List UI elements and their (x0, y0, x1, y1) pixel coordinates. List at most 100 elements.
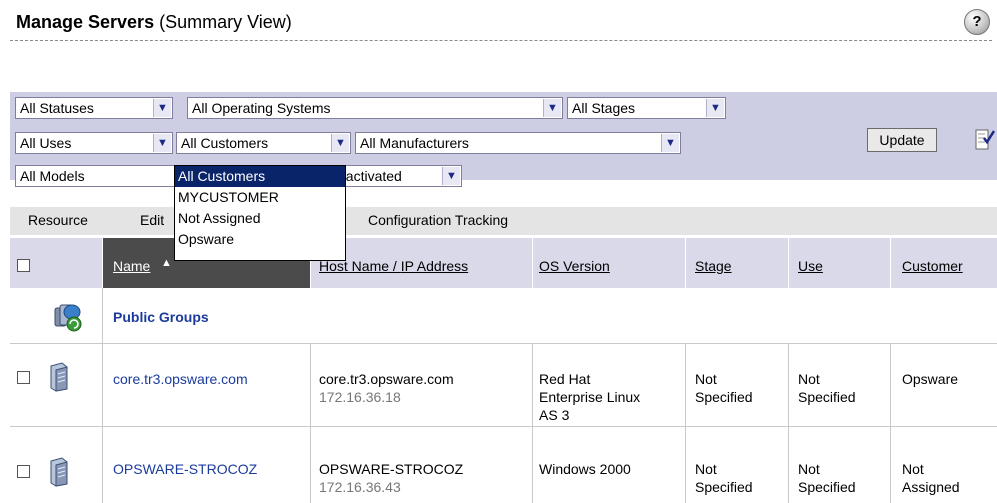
stage-filter-value: All Stages (572, 100, 636, 116)
edit-menu[interactable]: Edit (140, 212, 164, 228)
stage-cell: Not Specified (685, 344, 788, 426)
os-filter-value: All Operating Systems (192, 100, 331, 116)
help-icon[interactable]: ? (964, 9, 990, 35)
select-all-cell (10, 238, 102, 288)
model-filter-value: All Models (20, 168, 85, 184)
column-separator: / (389, 258, 401, 274)
os-filter-select[interactable]: All Operating Systems ▼ (187, 97, 563, 119)
host-name: OPSWARE-STROCOZ (319, 461, 464, 477)
table-row[interactable]: core.tr3.opsware.com core.tr3.opsware.co… (10, 343, 997, 426)
configuration-tracking-menu[interactable]: Configuration Tracking (368, 212, 508, 228)
use-value: Not (798, 371, 820, 387)
stage-value: Not (695, 461, 717, 477)
model-filter-select[interactable]: All Models (15, 165, 175, 187)
customer-value: Opsware (902, 371, 959, 387)
row-checkbox[interactable] (17, 465, 30, 478)
status-filter-select[interactable]: All Statuses ▼ (15, 97, 173, 119)
server-icon (50, 457, 68, 487)
server-name-cell: OPSWARE-STROCOZ (102, 427, 310, 503)
use-cell: Not Specified (788, 427, 890, 503)
os-cell: Windows 2000 (532, 427, 685, 503)
stage-cell: Not Specified (685, 427, 788, 503)
customer-value: Not (902, 461, 924, 477)
use-cell: Not Specified (788, 344, 890, 426)
host-cell: OPSWARE-STROCOZ 172.16.36.43 (310, 427, 532, 503)
row-select-cell (10, 344, 102, 426)
chevron-down-icon[interactable]: ▼ (153, 134, 171, 152)
host-cell: core.tr3.opsware.com 172.16.36.18 (310, 344, 532, 426)
column-os-label[interactable]: OS Version (539, 258, 610, 274)
row-checkbox[interactable] (17, 371, 30, 384)
customer-cell: Opsware (890, 344, 997, 426)
chevron-down-icon[interactable]: ▼ (661, 134, 679, 152)
column-os[interactable]: OS Version (532, 238, 685, 288)
customer-option[interactable]: MYCUSTOMER (175, 187, 345, 208)
column-customer[interactable]: Customer (890, 238, 997, 288)
table-row[interactable]: OPSWARE-STROCOZ OPSWARE-STROCOZ 172.16.3… (10, 426, 997, 503)
stage-value: Specified (695, 479, 753, 495)
server-name-cell: core.tr3.opsware.com (102, 344, 310, 426)
ip-address-link[interactable]: IP Address (401, 258, 468, 274)
page-title: Manage Servers (Summary View) (16, 12, 292, 33)
row-select-cell (10, 427, 102, 503)
chevron-down-icon[interactable]: ▼ (331, 134, 349, 152)
os-cell: Red Hat Enterprise Linux AS 3 (532, 344, 685, 426)
stage-filter-select[interactable]: All Stages ▼ (567, 97, 726, 119)
chevron-down-icon[interactable]: ▼ (706, 99, 724, 117)
server-group-icon (54, 304, 82, 332)
customer-option[interactable]: All Customers (175, 166, 345, 187)
page-title-sub: (Summary View) (159, 12, 292, 32)
filter-panel: All Statuses ▼ All Operating Systems ▼ A… (10, 92, 997, 187)
server-icon (50, 362, 68, 392)
manufacturer-filter-select[interactable]: All Manufacturers ▼ (355, 132, 681, 154)
update-button[interactable]: Update (867, 128, 937, 152)
customer-filter-select[interactable]: All Customers ▼ (176, 132, 351, 154)
action-toolbar: Resource Edit Configuration Tracking (10, 207, 997, 235)
ip-address: 172.16.36.18 (319, 389, 401, 405)
server-name-link[interactable]: OPSWARE-STROCOZ (113, 460, 257, 478)
resource-menu[interactable]: Resource (28, 212, 88, 228)
column-name-label[interactable]: Name (113, 258, 150, 274)
stage-value: Specified (695, 389, 753, 405)
use-value: Specified (798, 479, 856, 495)
os-version-line: Windows 2000 (539, 461, 631, 477)
column-stage[interactable]: Stage (685, 238, 788, 288)
column-customer-label[interactable]: Customer (902, 258, 963, 274)
customer-dropdown-list: All Customers MYCUSTOMER Not Assigned Op… (174, 165, 346, 261)
chevron-down-icon[interactable]: ▼ (543, 99, 561, 117)
use-value: Specified (798, 389, 856, 405)
sort-ascending-icon: ▲ (161, 257, 172, 269)
customer-filter-value: All Customers (181, 135, 269, 151)
group-icon-cell (10, 288, 102, 343)
table-header: Name ▲ Host Name / IP Address OS Version… (10, 238, 997, 288)
public-groups-link[interactable]: Public Groups (113, 308, 209, 326)
os-version-line: Red Hat (539, 371, 591, 387)
deactivated-filter-value: eactivated (338, 168, 402, 184)
checklist-icon[interactable] (975, 129, 995, 151)
use-filter-value: All Uses (20, 135, 72, 151)
ip-address: 172.16.36.43 (319, 479, 401, 495)
chevron-down-icon[interactable]: ▼ (442, 167, 460, 185)
column-use[interactable]: Use (788, 238, 890, 288)
use-filter-select[interactable]: All Uses ▼ (15, 132, 173, 154)
page-title-main: Manage Servers (16, 12, 155, 32)
manufacturer-filter-value: All Manufacturers (360, 135, 469, 151)
select-all-checkbox[interactable] (17, 259, 30, 272)
host-name: core.tr3.opsware.com (319, 371, 454, 387)
column-stage-label[interactable]: Stage (695, 258, 732, 274)
column-use-label[interactable]: Use (798, 258, 823, 274)
customer-option[interactable]: Opsware (175, 229, 345, 250)
status-filter-value: All Statuses (20, 100, 94, 116)
customer-cell: Not Assigned (890, 427, 997, 503)
server-name-link[interactable]: core.tr3.opsware.com (113, 370, 248, 388)
use-value: Not (798, 461, 820, 477)
customer-option[interactable]: Not Assigned (175, 208, 345, 229)
deactivated-filter-select[interactable]: eactivated ▼ (336, 165, 462, 187)
page-header: Manage Servers (Summary View) ? (10, 6, 992, 41)
os-version-line: AS 3 (539, 407, 570, 423)
public-groups-cell: Public Groups (102, 288, 997, 343)
chevron-down-icon[interactable]: ▼ (153, 99, 171, 117)
stage-value: Not (695, 371, 717, 387)
os-version-line: Enterprise Linux (539, 389, 641, 405)
public-groups-row: Public Groups (10, 288, 997, 343)
